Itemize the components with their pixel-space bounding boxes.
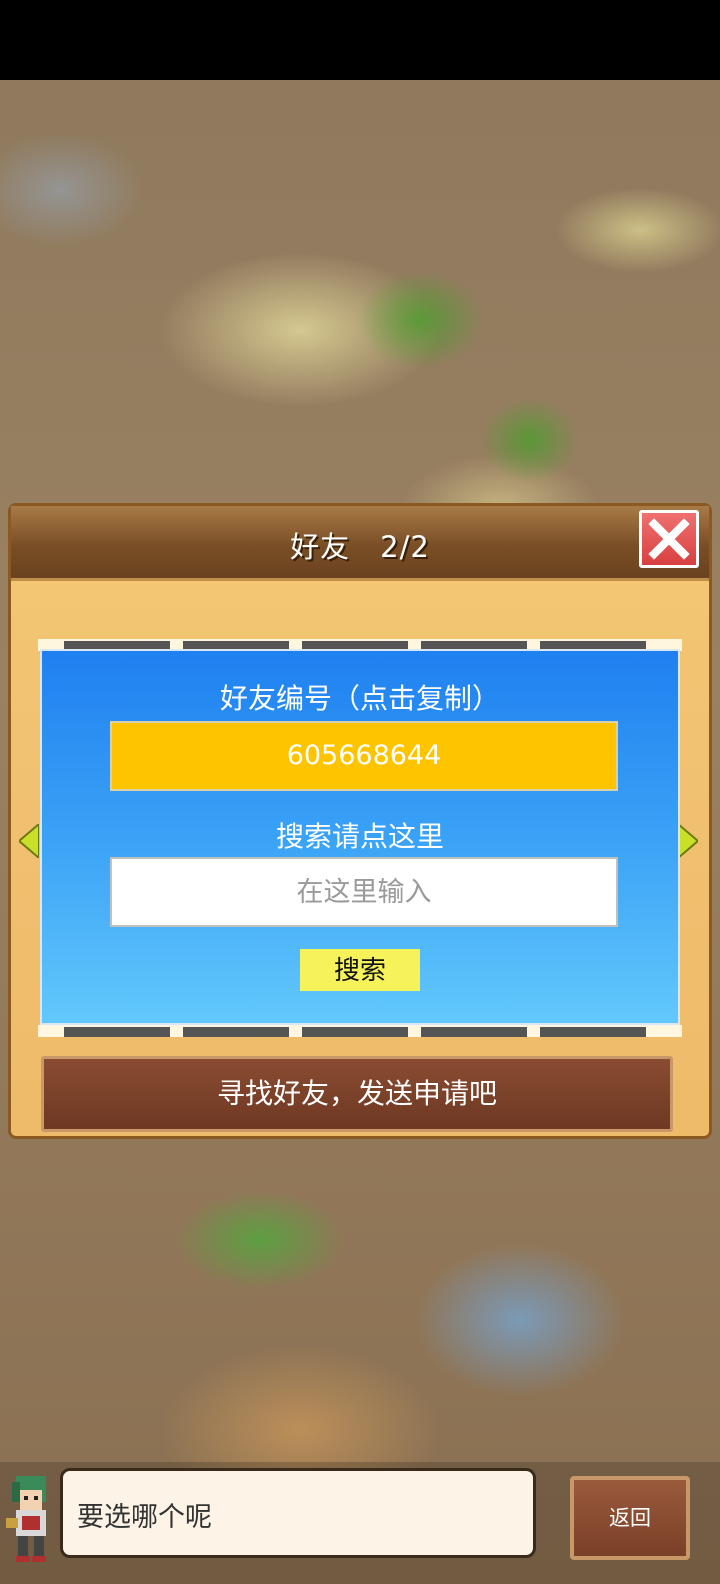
search-input[interactable]	[110, 857, 618, 927]
close-x-icon	[648, 518, 690, 560]
dialog-header: 好友 2/2	[11, 506, 709, 581]
friend-id-label: 好友编号（点击复制）	[219, 682, 500, 715]
speech-bubble: 要选哪个呢	[60, 1468, 536, 1558]
back-button[interactable]: 返回	[570, 1476, 690, 1560]
search-label: 搜索请点这里	[275, 820, 444, 853]
right-arrow-icon[interactable]	[678, 824, 698, 858]
dialog-title: 好友 2/2	[290, 530, 430, 564]
find-friends-button[interactable]: 寻找好友，发送申请吧	[41, 1056, 673, 1132]
friend-panel: 好友编号（点击复制） 605668644 搜索请点这里 搜索	[40, 649, 680, 1025]
search-button[interactable]: 搜索	[300, 949, 420, 991]
friends-dialog: 好友 2/2 好友编号（点击复制） 605668644 搜索请点这里 搜索 寻找…	[8, 503, 712, 1139]
character-avatar	[6, 1476, 46, 1562]
speech-text: 要选哪个呢	[77, 1502, 212, 1533]
friend-id-copy-box[interactable]: 605668644	[110, 721, 618, 791]
bottom-tab-strip	[38, 1025, 682, 1037]
status-bar	[0, 0, 720, 80]
close-button[interactable]	[639, 510, 699, 568]
left-arrow-icon[interactable]	[19, 824, 39, 858]
